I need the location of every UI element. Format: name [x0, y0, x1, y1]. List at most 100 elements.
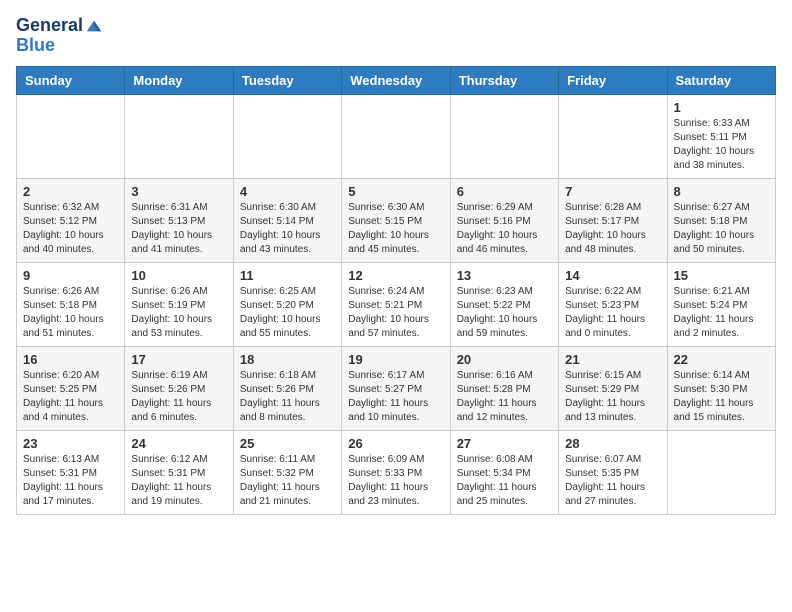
weekday-header-saturday: Saturday [667, 66, 775, 94]
calendar-cell-w2d4: 5 Sunrise: 6:30 AM Sunset: 5:15 PM Daylig… [342, 178, 450, 262]
calendar-cell-w5d7 [667, 430, 775, 514]
day-number: 24 [131, 436, 226, 451]
day-info: Sunrise: 6:27 AM Sunset: 5:18 PM Dayligh… [674, 201, 769, 257]
day-number: 12 [348, 268, 443, 283]
day-number: 26 [348, 436, 443, 451]
calendar-cell-w4d5: 20Sunrise: 6:16 AM Sunset: 5:28 PM Dayli… [450, 346, 558, 430]
week-row-5: 23Sunrise: 6:13 AM Sunset: 5:31 PM Dayli… [17, 430, 776, 514]
week-row-4: 16 Sunrise: 6:20 AM Sunset: 5:25 PM Dayli… [17, 346, 776, 430]
weekday-header-friday: Friday [559, 66, 667, 94]
calendar-cell-w5d6: 28 Sunrise: 6:07 AM Sunset: 5:35 PM Dayli… [559, 430, 667, 514]
weekday-header-sunday: Sunday [17, 66, 125, 94]
day-info: Sunrise: 6:09 AM Sunset: 5:33 PM Dayligh… [348, 453, 443, 509]
week-row-2: 2 Sunrise: 6:32 AM Sunset: 5:12 PM Daylig… [17, 178, 776, 262]
day-info: Sunrise: 6:32 AM Sunset: 5:12 PM Dayligh… [23, 201, 118, 257]
day-info: Sunrise: 6:17 AM Sunset: 5:27 PM Dayligh… [348, 369, 443, 425]
weekday-header-monday: Monday [125, 66, 233, 94]
day-info: Sunrise: 6:31 AM Sunset: 5:13 PM Dayligh… [131, 201, 226, 257]
calendar-cell-w5d3: 25Sunrise: 6:11 AM Sunset: 5:32 PM Dayli… [233, 430, 341, 514]
day-info: Sunrise: 6:28 AM Sunset: 5:17 PM Dayligh… [565, 201, 660, 257]
day-number: 9 [23, 268, 118, 283]
calendar-cell-w4d6: 21 Sunrise: 6:15 AM Sunset: 5:29 PM Dayli… [559, 346, 667, 430]
weekday-header-tuesday: Tuesday [233, 66, 341, 94]
logo-general: General [16, 16, 83, 36]
day-info: Sunrise: 6:14 AM Sunset: 5:30 PM Dayligh… [674, 369, 769, 425]
day-number: 13 [457, 268, 552, 283]
day-number: 15 [674, 268, 769, 283]
day-number: 16 [23, 352, 118, 367]
day-info: Sunrise: 6:16 AM Sunset: 5:28 PM Dayligh… [457, 369, 552, 425]
calendar-cell-w3d4: 12 Sunrise: 6:24 AM Sunset: 5:21 PM Dayli… [342, 262, 450, 346]
day-info: Sunrise: 6:24 AM Sunset: 5:21 PM Dayligh… [348, 285, 443, 341]
week-row-1: 1 Sunrise: 6:33 AM Sunset: 5:11 PM Daylig… [17, 94, 776, 178]
calendar-cell-w2d1: 2 Sunrise: 6:32 AM Sunset: 5:12 PM Daylig… [17, 178, 125, 262]
calendar-cell-w3d5: 13 Sunrise: 6:23 AM Sunset: 5:22 PM Dayli… [450, 262, 558, 346]
day-info: Sunrise: 6:07 AM Sunset: 5:35 PM Dayligh… [565, 453, 660, 509]
day-info: Sunrise: 6:29 AM Sunset: 5:16 PM Dayligh… [457, 201, 552, 257]
calendar-cell-w4d3: 18 Sunrise: 6:18 AM Sunset: 5:26 PM Dayli… [233, 346, 341, 430]
day-info: Sunrise: 6:19 AM Sunset: 5:26 PM Dayligh… [131, 369, 226, 425]
day-info: Sunrise: 6:23 AM Sunset: 5:22 PM Dayligh… [457, 285, 552, 341]
day-number: 17 [131, 352, 226, 367]
day-number: 11 [240, 268, 335, 283]
calendar-cell-w3d7: 15 Sunrise: 6:21 AM Sunset: 5:24 PM Dayli… [667, 262, 775, 346]
calendar-cell-w1d3 [233, 94, 341, 178]
day-info: Sunrise: 6:21 AM Sunset: 5:24 PM Dayligh… [674, 285, 769, 341]
calendar-cell-w2d5: 6 Sunrise: 6:29 AM Sunset: 5:16 PM Daylig… [450, 178, 558, 262]
day-number: 14 [565, 268, 660, 283]
calendar-cell-w5d1: 23Sunrise: 6:13 AM Sunset: 5:31 PM Dayli… [17, 430, 125, 514]
day-info: Sunrise: 6:30 AM Sunset: 5:15 PM Dayligh… [348, 201, 443, 257]
day-info: Sunrise: 6:11 AM Sunset: 5:32 PM Dayligh… [240, 453, 335, 509]
day-number: 21 [565, 352, 660, 367]
day-number: 8 [674, 184, 769, 199]
day-info: Sunrise: 6:18 AM Sunset: 5:26 PM Dayligh… [240, 369, 335, 425]
calendar-cell-w4d2: 17 Sunrise: 6:19 AM Sunset: 5:26 PM Dayli… [125, 346, 233, 430]
day-info: Sunrise: 6:26 AM Sunset: 5:19 PM Dayligh… [131, 285, 226, 341]
calendar-cell-w5d2: 24 Sunrise: 6:12 AM Sunset: 5:31 PM Dayli… [125, 430, 233, 514]
day-number: 27 [457, 436, 552, 451]
calendar-cell-w1d6 [559, 94, 667, 178]
day-number: 1 [674, 100, 769, 115]
calendar-cell-w2d6: 7 Sunrise: 6:28 AM Sunset: 5:17 PM Daylig… [559, 178, 667, 262]
logo-blue: Blue [16, 36, 103, 56]
calendar-cell-w3d3: 11 Sunrise: 6:25 AM Sunset: 5:20 PM Dayli… [233, 262, 341, 346]
calendar-cell-w1d4 [342, 94, 450, 178]
day-info: Sunrise: 6:15 AM Sunset: 5:29 PM Dayligh… [565, 369, 660, 425]
calendar-cell-w4d4: 19 Sunrise: 6:17 AM Sunset: 5:27 PM Dayli… [342, 346, 450, 430]
calendar-cell-w3d2: 10 Sunrise: 6:26 AM Sunset: 5:19 PM Dayli… [125, 262, 233, 346]
weekday-header-wednesday: Wednesday [342, 66, 450, 94]
calendar-cell-w5d5: 27 Sunrise: 6:08 AM Sunset: 5:34 PM Dayli… [450, 430, 558, 514]
day-number: 3 [131, 184, 226, 199]
calendar-cell-w2d3: 4 Sunrise: 6:30 AM Sunset: 5:14 PM Daylig… [233, 178, 341, 262]
day-number: 5 [348, 184, 443, 199]
calendar-cell-w5d4: 26 Sunrise: 6:09 AM Sunset: 5:33 PM Dayli… [342, 430, 450, 514]
logo: General Blue [16, 16, 103, 56]
calendar-cell-w1d5 [450, 94, 558, 178]
day-info: Sunrise: 6:20 AM Sunset: 5:25 PM Dayligh… [23, 369, 118, 425]
day-info: Sunrise: 6:30 AM Sunset: 5:14 PM Dayligh… [240, 201, 335, 257]
day-number: 6 [457, 184, 552, 199]
calendar-cell-w4d7: 22 Sunrise: 6:14 AM Sunset: 5:30 PM Dayli… [667, 346, 775, 430]
calendar-cell-w3d1: 9 Sunrise: 6:26 AM Sunset: 5:18 PM Daylig… [17, 262, 125, 346]
day-info: Sunrise: 6:12 AM Sunset: 5:31 PM Dayligh… [131, 453, 226, 509]
day-number: 10 [131, 268, 226, 283]
calendar-table: SundayMondayTuesdayWednesdayThursdayFrid… [16, 66, 776, 515]
calendar-cell-w2d7: 8 Sunrise: 6:27 AM Sunset: 5:18 PM Daylig… [667, 178, 775, 262]
calendar-cell-w4d1: 16 Sunrise: 6:20 AM Sunset: 5:25 PM Dayli… [17, 346, 125, 430]
day-number: 18 [240, 352, 335, 367]
day-number: 7 [565, 184, 660, 199]
day-info: Sunrise: 6:25 AM Sunset: 5:20 PM Dayligh… [240, 285, 335, 341]
day-number: 4 [240, 184, 335, 199]
day-number: 2 [23, 184, 118, 199]
day-number: 22 [674, 352, 769, 367]
day-info: Sunrise: 6:08 AM Sunset: 5:34 PM Dayligh… [457, 453, 552, 509]
day-info: Sunrise: 6:26 AM Sunset: 5:18 PM Dayligh… [23, 285, 118, 341]
day-number: 19 [348, 352, 443, 367]
calendar-cell-w3d6: 14 Sunrise: 6:22 AM Sunset: 5:23 PM Dayli… [559, 262, 667, 346]
day-number: 23 [23, 436, 118, 451]
day-info: Sunrise: 6:33 AM Sunset: 5:11 PM Dayligh… [674, 117, 769, 173]
day-number: 28 [565, 436, 660, 451]
calendar-cell-w1d1 [17, 94, 125, 178]
weekday-header-row: SundayMondayTuesdayWednesdayThursdayFrid… [17, 66, 776, 94]
day-info: Sunrise: 6:22 AM Sunset: 5:23 PM Dayligh… [565, 285, 660, 341]
